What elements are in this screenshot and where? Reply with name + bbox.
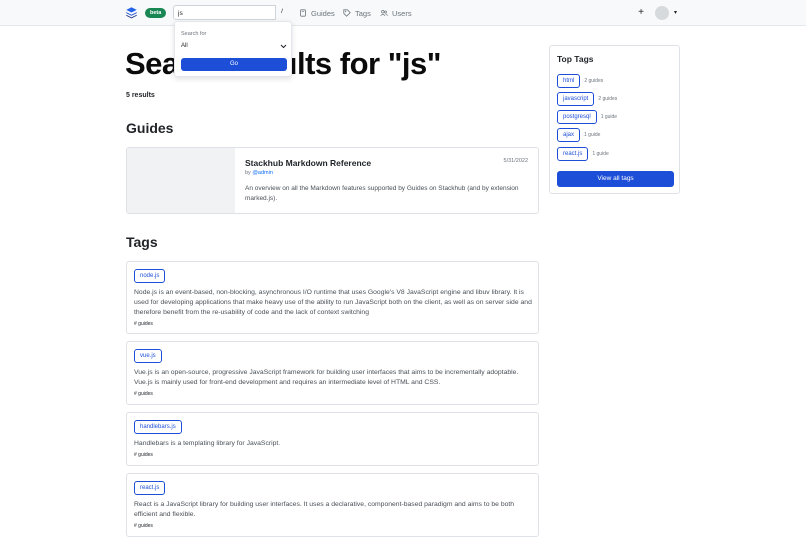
top-tag-count: 1 guide	[600, 114, 618, 120]
view-all-tags-button[interactable]: View all tags	[557, 171, 674, 187]
chevron-down-icon	[280, 44, 287, 49]
tag-icon	[343, 9, 351, 17]
go-button[interactable]: Go	[181, 58, 287, 71]
nav-link-tags[interactable]: Tags	[343, 6, 371, 20]
guide-author-link[interactable]: @admin	[252, 170, 273, 176]
nav-link-label: Guides	[311, 8, 335, 18]
beta-badge: beta	[145, 8, 167, 18]
top-tags-panel: Top Tags html 2 guides javascript 2 guid…	[549, 45, 680, 194]
results-count: 5 results	[126, 92, 155, 99]
create-plus-button[interactable]: +	[636, 6, 646, 20]
tag-pill[interactable]: vue.js	[134, 349, 162, 363]
search-type-value: All	[181, 43, 188, 49]
tag-pill[interactable]: postgresql	[557, 110, 597, 124]
top-tag-count: 1 guide	[584, 132, 601, 138]
tag-description: Handlebars is a templating library for J…	[134, 440, 281, 447]
guide-card[interactable]: Stackhub Markdown Reference 5/31/2022 by…	[126, 147, 539, 214]
tag-pill[interactable]: javascript	[557, 92, 595, 106]
nav-link-guides[interactable]: Guides	[299, 6, 335, 20]
tag-description: React is a JavaScript library for buildi…	[134, 501, 515, 519]
guide-title[interactable]: Stackhub Markdown Reference	[245, 158, 371, 168]
top-tag-count: 2 guides	[584, 78, 604, 84]
tag-guides-count: # guides	[134, 321, 153, 327]
top-tag-row: html 2 guides	[557, 74, 603, 88]
nav-link-label: Tags	[355, 8, 371, 18]
search-dropdown: Search for All Go	[174, 21, 292, 77]
tag-pill[interactable]: node.js	[134, 269, 166, 283]
guides-heading: Guides	[126, 120, 174, 136]
book-icon	[300, 9, 306, 17]
tag-description: Node.js is an event-based, non-blocking,…	[134, 289, 532, 317]
guide-date: 5/31/2022	[503, 158, 528, 164]
user-avatar[interactable]	[655, 6, 669, 20]
top-tag-count: 2 guides	[598, 96, 618, 102]
tag-card: node.js Node.js is an event-based, non-b…	[126, 261, 539, 334]
top-tag-row: ajax 1 guide	[557, 128, 600, 142]
guide-description: An overview on all the Markdown features…	[245, 185, 519, 202]
top-tag-row: react.js 1 guide	[557, 147, 609, 161]
search-input[interactable]	[178, 8, 270, 18]
guide-thumbnail	[127, 148, 235, 213]
tag-card: react.js React is a JavaScript library f…	[126, 473, 539, 537]
search-shortcut-key: /	[275, 5, 288, 20]
tag-guides-count: # guides	[134, 452, 153, 458]
top-tag-count: 1 guide	[592, 151, 609, 157]
tag-pill[interactable]: html	[557, 74, 581, 88]
top-navbar: beta / Guides Tags Users + ▾	[0, 0, 806, 26]
nav-link-label: Users	[392, 8, 412, 18]
top-tag-row: javascript 2 guides	[557, 92, 617, 106]
tag-pill[interactable]: handlebars.js	[134, 420, 182, 434]
tag-pill[interactable]: react.js	[557, 147, 589, 161]
tag-card: vue.js Vue.js is an open-source, progres…	[126, 341, 539, 405]
search-type-select[interactable]: All	[181, 41, 287, 52]
tag-guides-count: # guides	[134, 523, 153, 529]
top-tags-title: Top Tags	[557, 54, 594, 64]
tag-description: Vue.js is an open-source, progressive Ja…	[134, 369, 519, 387]
guide-author-line: by @admin	[245, 170, 273, 176]
top-tag-row: postgresql 1 guide	[557, 110, 617, 124]
chevron-down-icon[interactable]: ▾	[674, 7, 677, 19]
tags-heading: Tags	[126, 234, 158, 250]
search-box	[173, 5, 288, 20]
users-icon	[380, 10, 388, 17]
nav-link-users[interactable]: Users	[380, 6, 412, 20]
tag-guides-count: # guides	[134, 391, 153, 397]
search-for-label: Search for	[181, 31, 207, 37]
tag-pill[interactable]: ajax	[557, 128, 581, 142]
tag-pill[interactable]: react.js	[134, 481, 166, 495]
tag-card: handlebars.js Handlebars is a templating…	[126, 412, 539, 466]
stack-logo-icon[interactable]	[125, 6, 138, 19]
